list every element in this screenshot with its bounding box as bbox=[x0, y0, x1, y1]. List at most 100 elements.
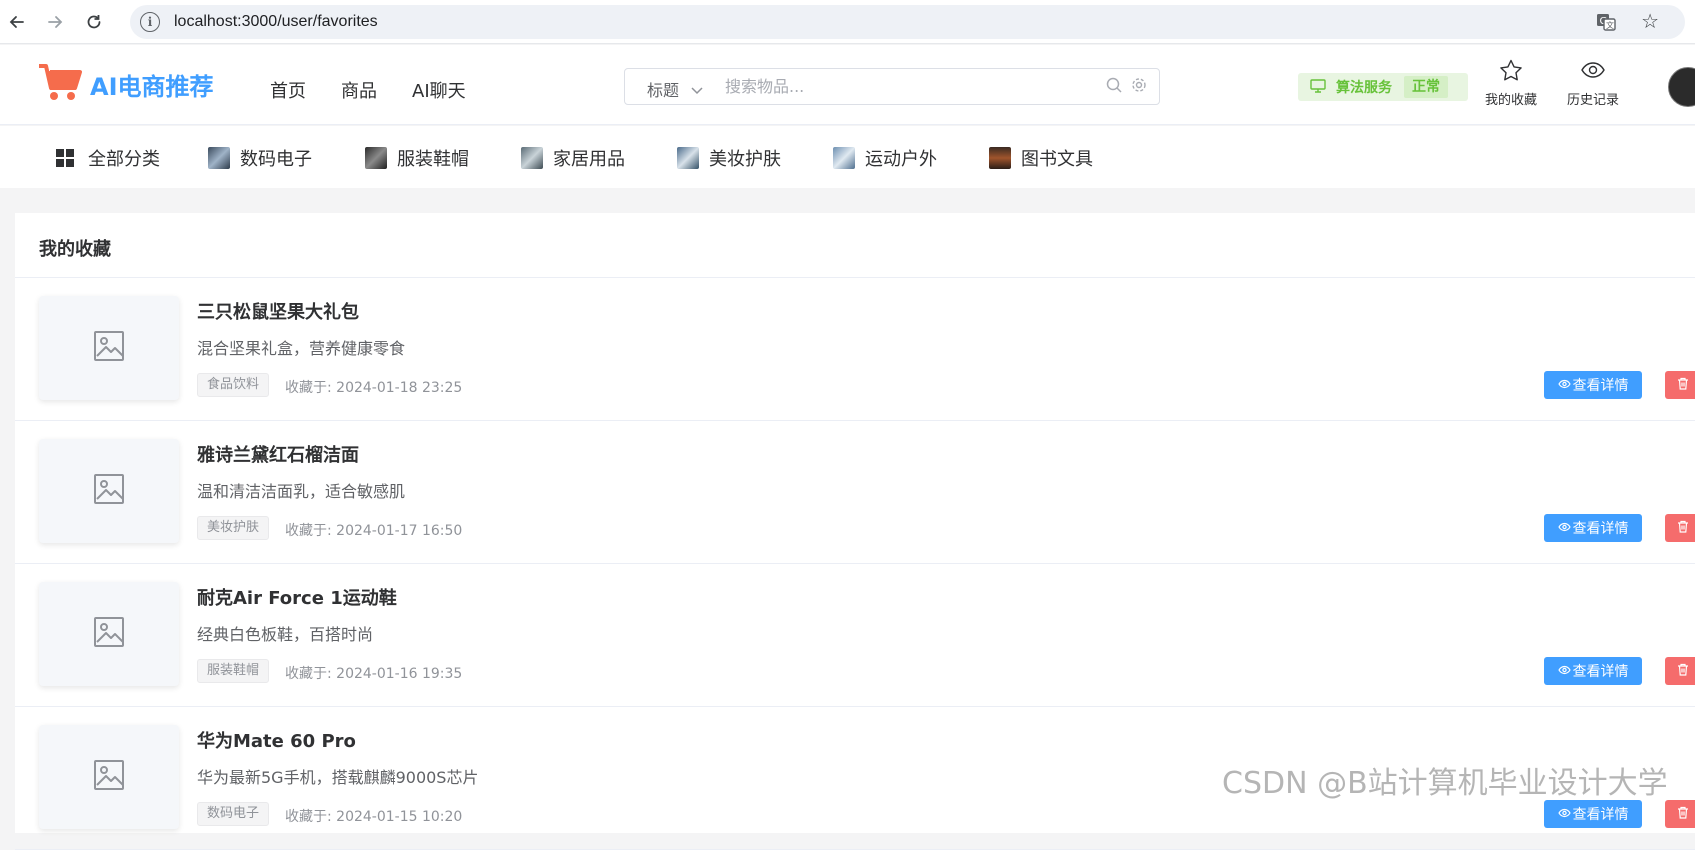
product-description: 华为最新5G手机，搭载麒麟9000S芯片 bbox=[197, 768, 479, 787]
category-tag: 食品饮料 bbox=[197, 373, 270, 397]
grid-icon bbox=[56, 149, 74, 167]
nav-products[interactable]: 商品 bbox=[341, 77, 377, 103]
back-icon[interactable] bbox=[3, 8, 31, 36]
history-label: 历史记录 bbox=[1566, 93, 1619, 108]
chevron-down-icon bbox=[691, 80, 703, 99]
cart-logo-icon bbox=[38, 62, 82, 106]
monitor-icon bbox=[1310, 78, 1326, 97]
category-label: 服装鞋帽 bbox=[397, 149, 469, 170]
favorited-date: 收藏于: 2024-01-18 23:25 bbox=[285, 380, 463, 396]
algo-status-badge: 正常 bbox=[1404, 76, 1448, 98]
category-bar: 全部分类 数码电子 服装鞋帽 家居用品 美妆护肤 运动户外 图书文具 bbox=[0, 126, 1695, 188]
avatar[interactable] bbox=[1668, 67, 1695, 107]
category-sports[interactable]: 运动户外 bbox=[833, 145, 937, 171]
favorites-panel: 我的收藏 三只松鼠坚果大礼包 混合坚果礼盒，营养健康零食 食品饮料 收藏于: 2… bbox=[15, 213, 1695, 850]
category-clothing[interactable]: 服装鞋帽 bbox=[365, 145, 469, 171]
gear-icon[interactable] bbox=[1131, 77, 1147, 97]
view-detail-label: 查看详情 bbox=[1572, 664, 1629, 680]
search-icon[interactable] bbox=[1106, 77, 1123, 98]
image-placeholder-icon bbox=[93, 330, 125, 366]
product-name[interactable]: 耐克Air Force 1运动鞋 bbox=[197, 584, 397, 610]
category-label: 数码电子 bbox=[240, 149, 312, 170]
delete-button[interactable] bbox=[1665, 657, 1695, 685]
product-description: 混合坚果礼盒，营养健康零食 bbox=[197, 339, 406, 358]
category-thumbnail-icon bbox=[677, 147, 699, 169]
category-beauty[interactable]: 美妆护肤 bbox=[677, 145, 781, 171]
nav-ai-chat[interactable]: AI聊天 bbox=[412, 77, 466, 103]
product-image[interactable] bbox=[39, 296, 179, 400]
watermark: CSDN @B站计算机毕业设计大学 bbox=[1222, 766, 1668, 801]
search-type-select[interactable]: 标题 bbox=[647, 77, 703, 101]
favorites-title: 我的收藏 bbox=[39, 239, 111, 260]
favorite-row: 三只松鼠坚果大礼包 混合坚果礼盒，营养健康零食 食品饮料 收藏于: 2024-0… bbox=[15, 278, 1695, 421]
product-image[interactable] bbox=[39, 582, 179, 686]
favorite-row: 耐克Air Force 1运动鞋 经典白色板鞋，百搭时尚 服装鞋帽 收藏于: 2… bbox=[15, 564, 1695, 707]
search-type-label: 标题 bbox=[647, 81, 680, 100]
image-placeholder-icon bbox=[93, 616, 125, 652]
image-placeholder-icon bbox=[93, 473, 125, 509]
category-label: 家居用品 bbox=[553, 149, 625, 170]
category-label: 美妆护肤 bbox=[709, 149, 781, 170]
category-tag: 数码电子 bbox=[197, 802, 270, 826]
product-image[interactable] bbox=[39, 439, 179, 543]
logo-text: AI电商推荐 bbox=[90, 72, 214, 101]
search-input[interactable] bbox=[725, 70, 1085, 103]
category-digital[interactable]: 数码电子 bbox=[208, 145, 312, 171]
product-description: 温和清洁洁面乳，适合敏感肌 bbox=[197, 482, 406, 501]
category-home[interactable]: 家居用品 bbox=[521, 145, 625, 171]
category-all[interactable]: 全部分类 bbox=[56, 145, 160, 171]
view-detail-button[interactable]: 查看详情 bbox=[1544, 371, 1642, 399]
delete-button[interactable] bbox=[1665, 514, 1695, 542]
favorited-date: 收藏于: 2024-01-16 19:35 bbox=[285, 666, 463, 682]
bookmark-star-icon[interactable]: ☆ bbox=[1641, 9, 1659, 33]
product-name[interactable]: 三只松鼠坚果大礼包 bbox=[197, 298, 359, 324]
trash-icon bbox=[1677, 520, 1689, 537]
product-image[interactable] bbox=[39, 725, 179, 829]
site-info-icon[interactable]: i bbox=[140, 12, 160, 32]
trash-icon bbox=[1677, 377, 1689, 394]
address-bar[interactable]: i localhost:3000/user/favorites G文 ☆ bbox=[130, 5, 1685, 39]
my-favorites-label: 我的收藏 bbox=[1484, 93, 1537, 108]
favorite-row: 雅诗兰黛红石榴洁面 温和清洁洁面乳，适合敏感肌 美妆护肤 收藏于: 2024-0… bbox=[15, 421, 1695, 564]
favorited-date: 收藏于: 2024-01-15 10:20 bbox=[285, 809, 463, 825]
trash-icon bbox=[1677, 663, 1689, 680]
category-books[interactable]: 图书文具 bbox=[989, 145, 1093, 171]
star-icon bbox=[1499, 59, 1523, 85]
translate-icon[interactable]: G文 bbox=[1595, 11, 1617, 33]
category-label: 运动户外 bbox=[865, 149, 937, 170]
category-thumbnail-icon bbox=[208, 147, 230, 169]
category-thumbnail-icon bbox=[989, 147, 1011, 169]
image-placeholder-icon bbox=[93, 759, 125, 795]
trash-icon bbox=[1677, 806, 1689, 823]
delete-button[interactable] bbox=[1665, 800, 1695, 828]
product-name[interactable]: 雅诗兰黛红石榴洁面 bbox=[197, 441, 359, 467]
category-thumbnail-icon bbox=[365, 147, 387, 169]
svg-text:文: 文 bbox=[1606, 20, 1614, 30]
logo[interactable]: AI电商推荐 bbox=[38, 62, 214, 106]
eye-icon bbox=[1557, 520, 1571, 536]
my-favorites-button[interactable]: 我的收藏 bbox=[1476, 59, 1546, 108]
product-description: 经典白色板鞋，百搭时尚 bbox=[197, 625, 374, 644]
url-text[interactable]: localhost:3000/user/favorites bbox=[174, 13, 378, 31]
algo-service-label: 算法服务 bbox=[1336, 80, 1392, 96]
algo-service-badge: 算法服务 正常 bbox=[1298, 73, 1468, 101]
category-tag: 美妆护肤 bbox=[197, 516, 270, 540]
category-label: 全部分类 bbox=[88, 149, 160, 170]
view-detail-button[interactable]: 查看详情 bbox=[1544, 514, 1642, 542]
view-detail-button[interactable]: 查看详情 bbox=[1544, 800, 1642, 828]
history-button[interactable]: 历史记录 bbox=[1558, 59, 1628, 108]
view-detail-button[interactable]: 查看详情 bbox=[1544, 657, 1642, 685]
view-detail-label: 查看详情 bbox=[1572, 807, 1629, 823]
forward-icon[interactable] bbox=[41, 8, 69, 36]
view-detail-label: 查看详情 bbox=[1572, 521, 1629, 537]
category-thumbnail-icon bbox=[833, 147, 855, 169]
nav-home[interactable]: 首页 bbox=[270, 77, 306, 103]
search-box: 标题 bbox=[624, 68, 1160, 105]
view-detail-label: 查看详情 bbox=[1572, 378, 1629, 394]
reload-icon[interactable] bbox=[80, 8, 108, 36]
eye-icon bbox=[1557, 806, 1571, 822]
category-thumbnail-icon bbox=[521, 147, 543, 169]
eye-icon bbox=[1580, 62, 1606, 85]
delete-button[interactable] bbox=[1665, 371, 1695, 399]
product-name[interactable]: 华为Mate 60 Pro bbox=[197, 727, 356, 753]
